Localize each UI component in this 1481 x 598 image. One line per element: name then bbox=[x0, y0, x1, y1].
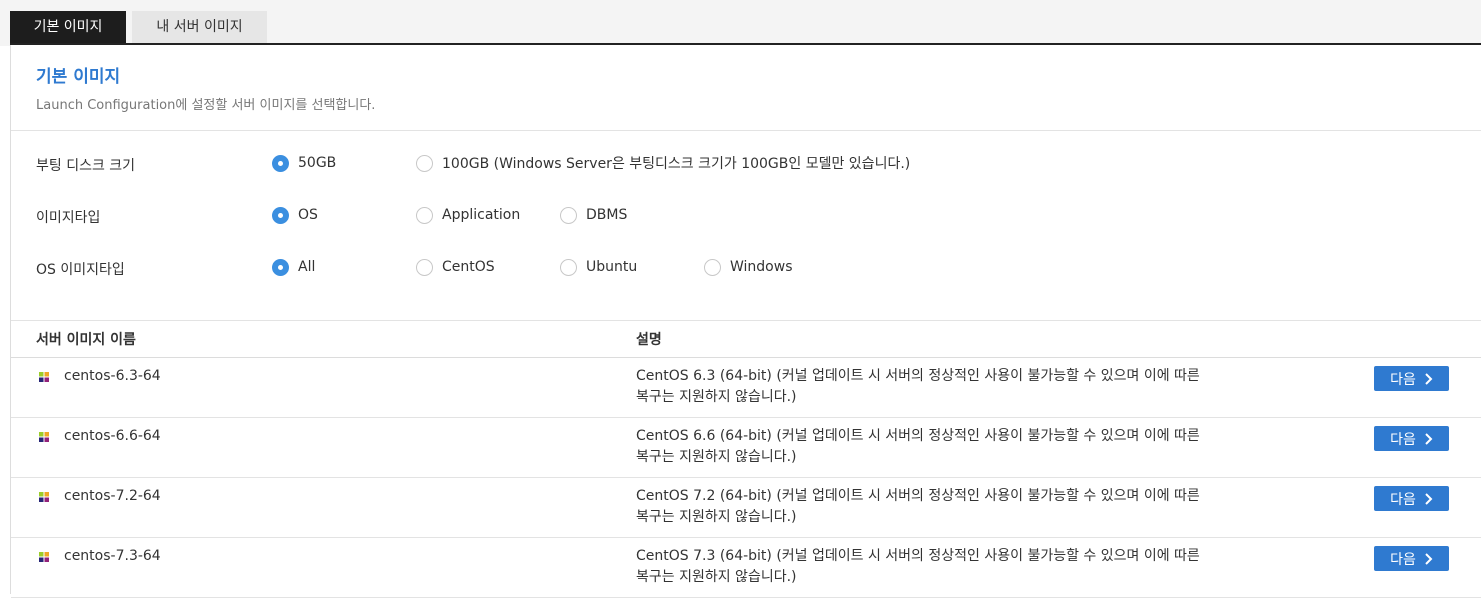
image-description: CentOS 6.3 (64-bit) (커널 업데이트 시 서버의 정상적인 … bbox=[636, 366, 1256, 408]
radio-label: DBMS bbox=[586, 207, 628, 223]
description-line: CentOS 7.2 (64-bit) (커널 업데이트 시 서버의 정상적인 … bbox=[636, 488, 1200, 504]
page-subtitle: Launch Configuration에 설정할 서버 이미지를 선택합니다. bbox=[36, 98, 376, 113]
os-image-type-label: OS 이미지타입 bbox=[36, 262, 125, 278]
radio-image-type-application[interactable]: Application bbox=[416, 205, 520, 225]
radio-label: CentOS bbox=[442, 259, 495, 275]
image-name: centos-6.6-64 bbox=[64, 428, 161, 444]
radio-circle bbox=[272, 206, 289, 224]
centos-icon bbox=[39, 552, 49, 562]
image-name: centos-7.3-64 bbox=[64, 548, 161, 564]
radio-os-type-windows[interactable]: Windows bbox=[704, 257, 793, 277]
image-description: CentOS 7.3 (64-bit) (커널 업데이트 시 서버의 정상적인 … bbox=[636, 546, 1256, 588]
radio-circle bbox=[560, 258, 577, 276]
description-line: 복구는 지원하지 않습니다.) bbox=[636, 389, 797, 405]
description-line: 복구는 지원하지 않습니다.) bbox=[636, 509, 797, 525]
radio-circle bbox=[416, 154, 433, 172]
chevron-right-icon bbox=[1425, 492, 1433, 505]
tab-my-server-image[interactable]: 내 서버 이미지 bbox=[132, 11, 267, 43]
radio-boot-disk-100gb[interactable]: 100GB (Windows Server은 부팅디스크 크기가 100GB인 … bbox=[416, 153, 910, 173]
radio-circle bbox=[272, 258, 289, 276]
radio-label: 50GB bbox=[298, 155, 337, 171]
centos-icon bbox=[39, 372, 49, 382]
image-name: centos-6.3-64 bbox=[64, 368, 161, 384]
chevron-right-icon bbox=[1425, 432, 1433, 445]
radio-os-type-centos[interactable]: CentOS bbox=[416, 257, 495, 277]
radio-circle bbox=[560, 206, 577, 224]
radio-label: 100GB (Windows Server은 부팅디스크 크기가 100GB인 … bbox=[442, 156, 911, 172]
image-description: CentOS 7.2 (64-bit) (커널 업데이트 시 서버의 정상적인 … bbox=[636, 486, 1256, 528]
description-line: 복구는 지원하지 않습니다.) bbox=[636, 569, 797, 585]
radio-label: Application bbox=[442, 207, 521, 223]
column-header-name: 서버 이미지 이름 bbox=[36, 332, 136, 348]
boot-disk-label: 부팅 디스크 크기 bbox=[36, 158, 136, 174]
description-line: 복구는 지원하지 않습니다.) bbox=[636, 449, 797, 465]
column-header-description: 설명 bbox=[636, 332, 662, 348]
image-type-label: 이미지타입 bbox=[36, 210, 101, 226]
next-button[interactable]: 다음 bbox=[1374, 546, 1449, 571]
next-button-label: 다음 bbox=[1390, 431, 1416, 448]
radio-label: Windows bbox=[730, 259, 793, 275]
tab-basic-image[interactable]: 기본 이미지 bbox=[10, 11, 126, 43]
table-row: centos-7.2-64 CentOS 7.2 (64-bit) (커널 업데… bbox=[11, 478, 1481, 538]
table-row: centos-6.6-64 CentOS 6.6 (64-bit) (커널 업데… bbox=[11, 418, 1481, 478]
description-line: CentOS 7.3 (64-bit) (커널 업데이트 시 서버의 정상적인 … bbox=[636, 548, 1200, 564]
chevron-right-icon bbox=[1425, 552, 1433, 565]
radio-label: All bbox=[298, 259, 316, 275]
centos-icon bbox=[39, 432, 49, 442]
radio-os-type-all[interactable]: All bbox=[272, 257, 315, 277]
radio-os-type-ubuntu[interactable]: Ubuntu bbox=[560, 257, 637, 277]
chevron-right-icon bbox=[1425, 372, 1433, 385]
next-button-label: 다음 bbox=[1390, 551, 1416, 568]
tab-bar: 기본 이미지 내 서버 이미지 bbox=[0, 0, 1481, 46]
image-panel: 기본 이미지 Launch Configuration에 설정할 서버 이미지를… bbox=[10, 45, 1481, 598]
radio-image-type-dbms[interactable]: DBMS bbox=[560, 205, 627, 225]
description-line: CentOS 6.6 (64-bit) (커널 업데이트 시 서버의 정상적인 … bbox=[636, 428, 1200, 444]
page-title: 기본 이미지 bbox=[36, 67, 121, 87]
radio-circle bbox=[416, 258, 433, 276]
radio-label: OS bbox=[298, 207, 318, 223]
radio-label: Ubuntu bbox=[586, 259, 638, 275]
table-row: centos-6.3-64 CentOS 6.3 (64-bit) (커널 업데… bbox=[11, 358, 1481, 418]
divider bbox=[11, 130, 1481, 131]
radio-circle bbox=[704, 258, 721, 276]
image-description: CentOS 6.6 (64-bit) (커널 업데이트 시 서버의 정상적인 … bbox=[636, 426, 1256, 468]
radio-circle bbox=[416, 206, 433, 224]
image-name: centos-7.2-64 bbox=[64, 488, 161, 504]
radio-boot-disk-50gb[interactable]: 50GB bbox=[272, 153, 336, 173]
next-button[interactable]: 다음 bbox=[1374, 366, 1449, 391]
next-button-label: 다음 bbox=[1390, 491, 1416, 508]
table-header: 서버 이미지 이름 설명 bbox=[11, 320, 1481, 358]
next-button-label: 다음 bbox=[1390, 371, 1416, 388]
next-button[interactable]: 다음 bbox=[1374, 486, 1449, 511]
description-line: CentOS 6.3 (64-bit) (커널 업데이트 시 서버의 정상적인 … bbox=[636, 368, 1200, 384]
next-button[interactable]: 다음 bbox=[1374, 426, 1449, 451]
table-row: centos-7.3-64 CentOS 7.3 (64-bit) (커널 업데… bbox=[11, 538, 1481, 598]
radio-image-type-os[interactable]: OS bbox=[272, 205, 318, 225]
centos-icon bbox=[39, 492, 49, 502]
radio-circle bbox=[272, 154, 289, 172]
